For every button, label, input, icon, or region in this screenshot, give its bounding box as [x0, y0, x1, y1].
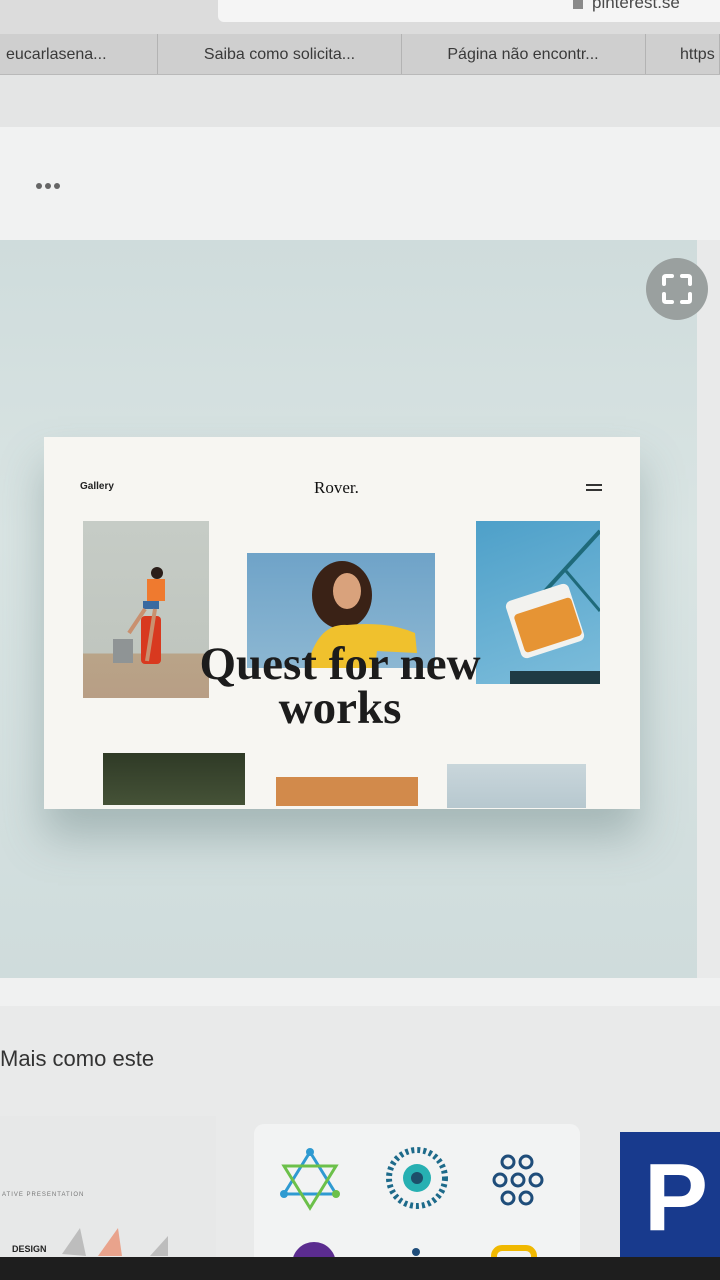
ellipsis-icon[interactable] — [36, 183, 60, 189]
tab-1[interactable]: eucarlasena... — [0, 34, 158, 74]
hamburger-icon — [586, 484, 602, 494]
photo-orange-card — [276, 777, 418, 806]
mockup-brand: Rover. — [314, 478, 359, 497]
headline-line-2: works — [278, 682, 402, 734]
thumb-letter: P — [644, 1144, 709, 1251]
tab-4[interactable]: https — [645, 34, 720, 74]
divider — [0, 978, 720, 1006]
section-heading: Mais como este — [0, 1046, 155, 1071]
mockup-nav-gallery: Gallery — [80, 481, 114, 492]
photo-sky — [447, 764, 586, 808]
headline-line-1: Quest for new — [199, 638, 481, 690]
page-toolbar — [0, 75, 720, 127]
tab-strip: eucarlasena... Saiba como solicita... Pá… — [0, 34, 720, 75]
lock-icon — [573, 0, 583, 9]
pin-header — [0, 127, 720, 240]
pin-thumbnail-presentation[interactable]: ATIVE PRESENTATION DESIGN — [0, 1116, 216, 1280]
tab-3[interactable]: Página não encontr... — [401, 34, 646, 74]
url-text: pinterest.se — [592, 0, 680, 12]
tab-2[interactable]: Saiba como solicita... — [158, 34, 402, 74]
address-bar[interactable]: pinterest.se — [0, 0, 720, 34]
photo-foliage — [103, 753, 245, 805]
mockup-headline: Quest for new works — [140, 638, 540, 734]
expand-icon[interactable] — [646, 258, 708, 320]
screen-bezel — [0, 1257, 720, 1280]
